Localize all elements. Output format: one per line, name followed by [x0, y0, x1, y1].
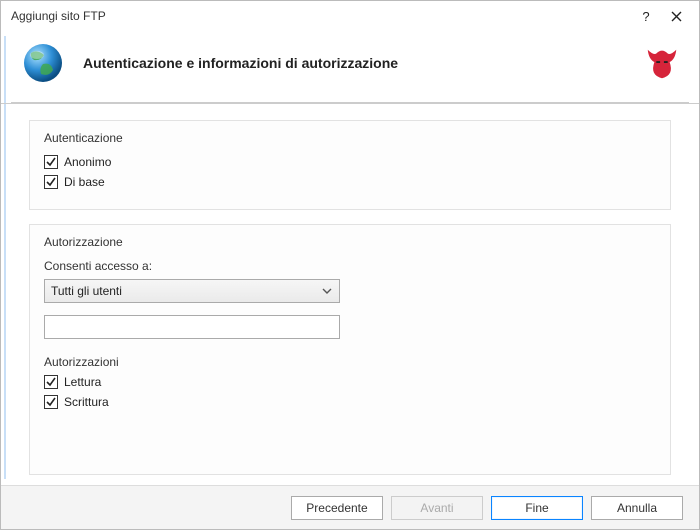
- dialog-window: Aggiungi sito FTP ? Autenticazione e inf…: [0, 0, 700, 530]
- read-checkbox[interactable]: Lettura: [44, 375, 656, 389]
- close-button[interactable]: [661, 6, 691, 26]
- header: Autenticazione e informazioni di autoriz…: [1, 31, 699, 104]
- content-area: Autenticazione Anonimo Di base Autorizza…: [1, 104, 699, 485]
- page-title: Autenticazione e informazioni di autoriz…: [83, 55, 643, 71]
- allow-access-label: Consenti accesso a:: [44, 259, 656, 273]
- chevron-down-icon: [321, 284, 333, 298]
- permissions-title: Autorizzazioni: [44, 355, 656, 369]
- brand-logo-icon: [643, 44, 681, 82]
- globe-icon: [21, 41, 65, 85]
- access-text-input[interactable]: [44, 315, 340, 339]
- anonymous-checkbox[interactable]: Anonimo: [44, 155, 656, 169]
- allow-access-select[interactable]: Tutti gli utenti: [44, 279, 340, 303]
- anonymous-label: Anonimo: [64, 155, 111, 169]
- authentication-title: Autenticazione: [44, 131, 656, 145]
- cancel-button[interactable]: Annulla: [591, 496, 683, 520]
- help-button[interactable]: ?: [631, 6, 661, 26]
- checkbox-checked-icon: [44, 175, 58, 189]
- window-title: Aggiungi sito FTP: [11, 9, 631, 23]
- close-icon: [671, 11, 682, 22]
- authorization-title: Autorizzazione: [44, 235, 656, 249]
- finish-button[interactable]: Fine: [491, 496, 583, 520]
- select-value: Tutti gli utenti: [51, 284, 122, 298]
- write-label: Scrittura: [64, 395, 109, 409]
- authorization-group: Autorizzazione Consenti accesso a: Tutti…: [29, 224, 671, 475]
- next-button: Avanti: [391, 496, 483, 520]
- basic-checkbox[interactable]: Di base: [44, 175, 656, 189]
- write-checkbox[interactable]: Scrittura: [44, 395, 656, 409]
- read-label: Lettura: [64, 375, 101, 389]
- checkbox-checked-icon: [44, 395, 58, 409]
- checkbox-checked-icon: [44, 155, 58, 169]
- titlebar: Aggiungi sito FTP ?: [1, 1, 699, 31]
- checkbox-checked-icon: [44, 375, 58, 389]
- footer-buttons: Precedente Avanti Fine Annulla: [1, 485, 699, 529]
- previous-button[interactable]: Precedente: [291, 496, 383, 520]
- basic-label: Di base: [64, 175, 105, 189]
- authentication-group: Autenticazione Anonimo Di base: [29, 120, 671, 210]
